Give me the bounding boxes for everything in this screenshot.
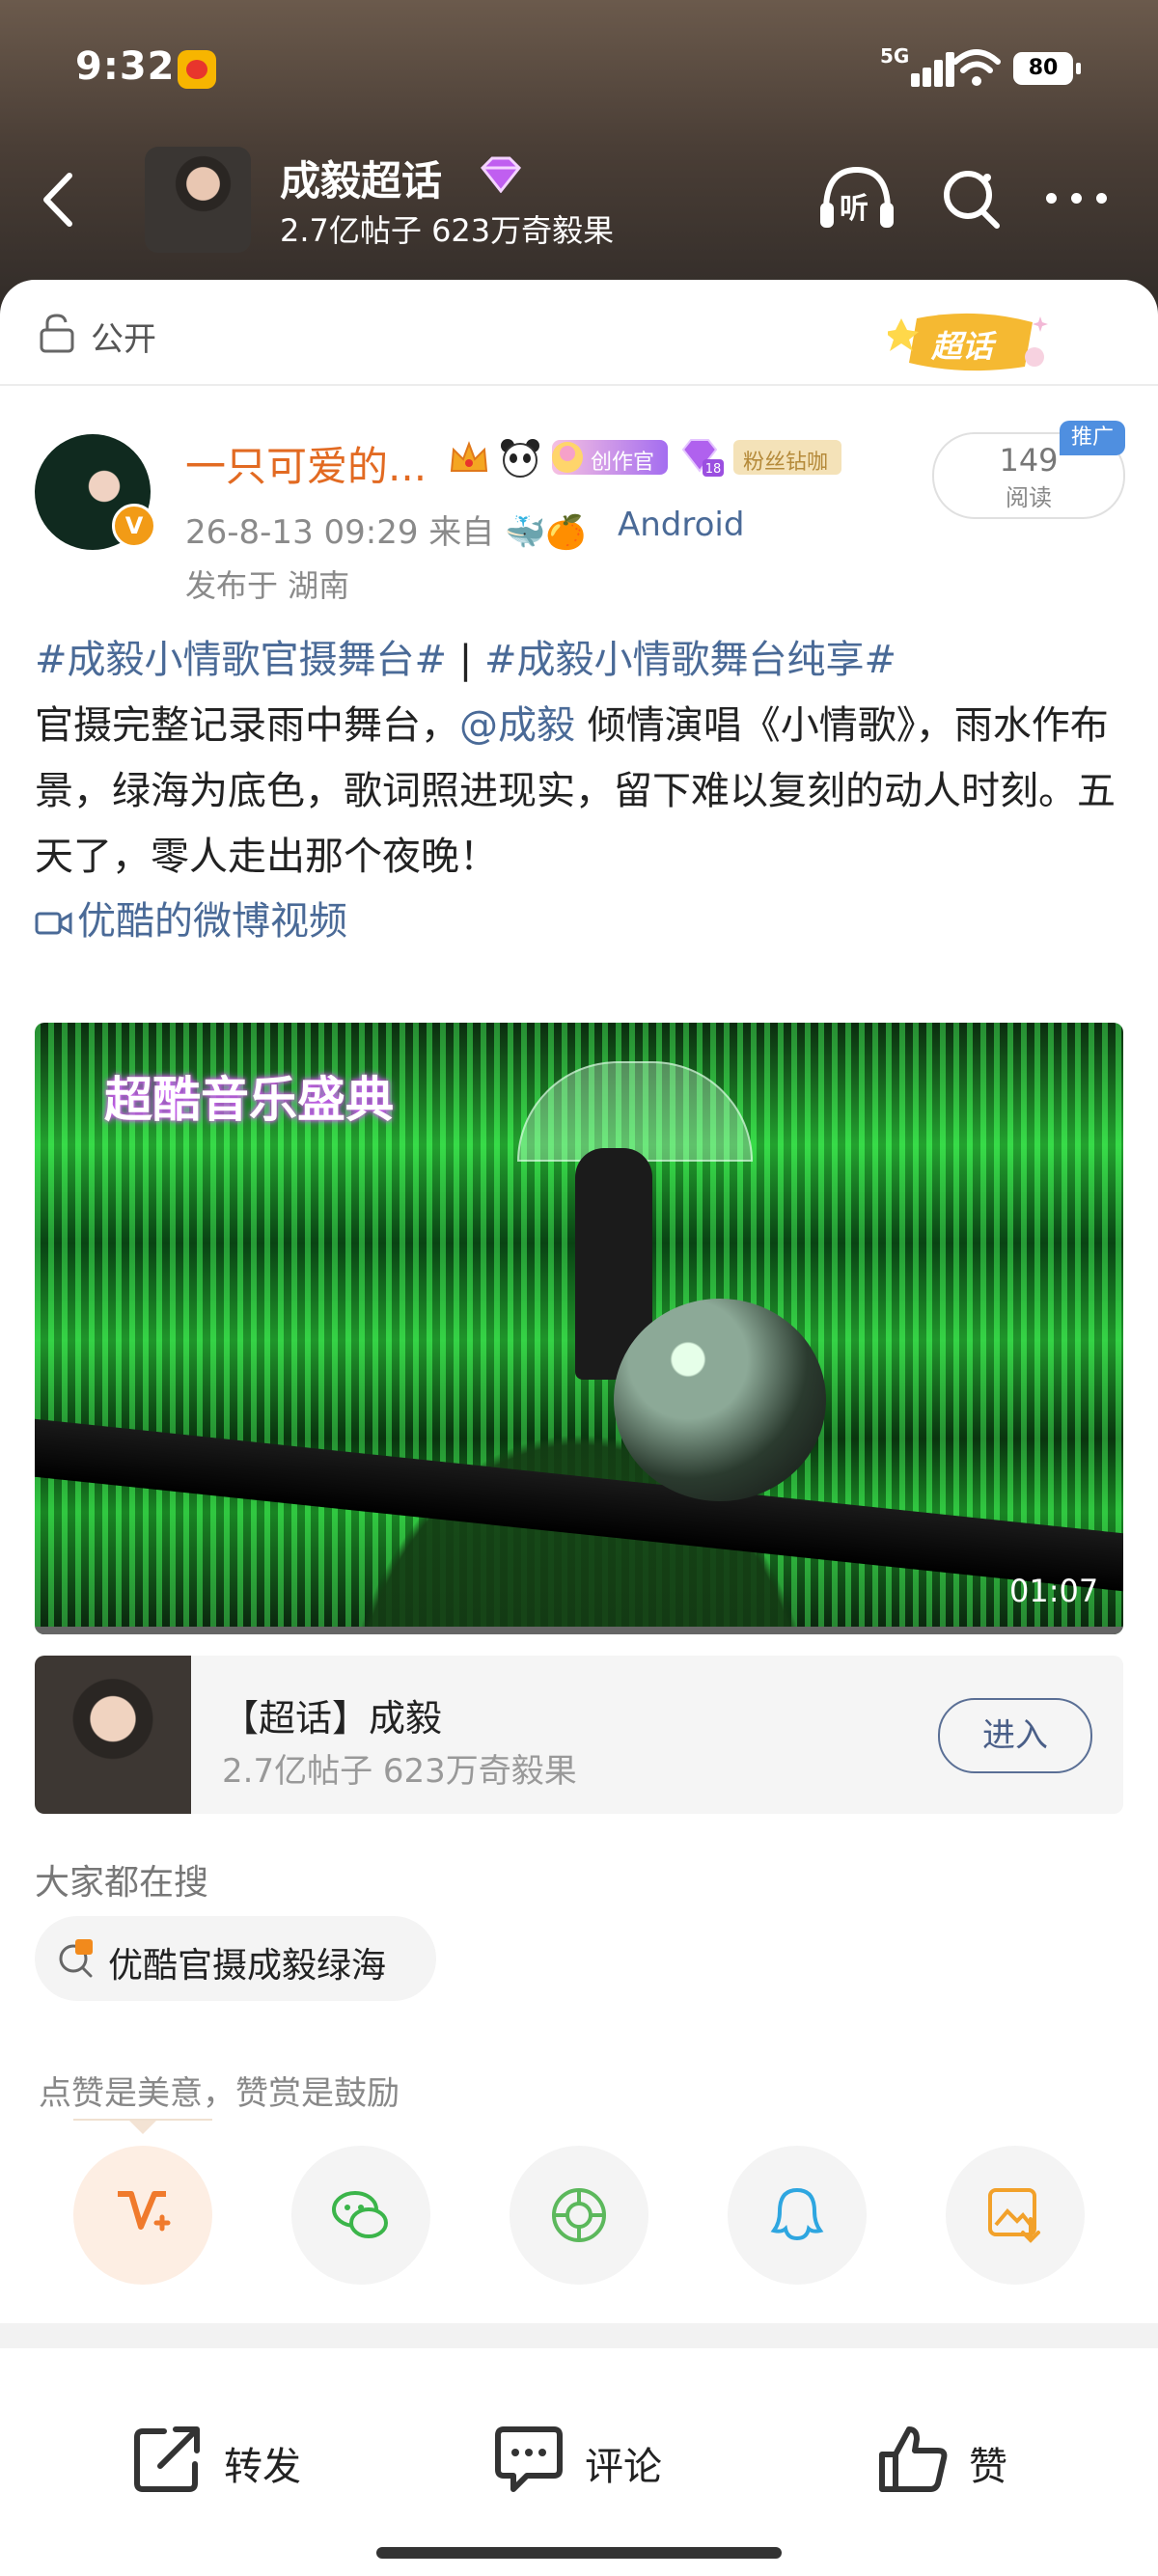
moments-icon (552, 2188, 606, 2242)
creator-icon (552, 442, 583, 473)
wifi-icon (952, 49, 1001, 86)
repost-button[interactable]: 转发 (131, 2422, 344, 2499)
section-divider (0, 2323, 1158, 2348)
unlock-icon (40, 314, 74, 353)
reward-button[interactable] (73, 2146, 212, 2285)
hashtag-separator: | (447, 638, 484, 682)
visibility-row: 公开 超话 (0, 280, 1158, 386)
qq-icon (770, 2187, 824, 2241)
stage-rail (35, 1418, 1123, 1592)
super-topic-card[interactable]: 【超话】成毅 2.7亿帖子 623万奇毅果 进入 (35, 1656, 1123, 1814)
video-watermark: 超酷音乐盛典 (104, 1072, 394, 1128)
share-moments-button[interactable] (510, 2146, 648, 2285)
reward-caret (129, 2121, 156, 2134)
super-topic-card-title: 【超话】成毅 (222, 1697, 443, 1740)
gem-level-icon: 18 (681, 439, 724, 477)
save-image-icon (988, 2188, 1040, 2243)
enter-button[interactable]: 进入 (938, 1698, 1092, 1773)
wechat-icon (332, 2191, 388, 2238)
comment-button[interactable]: 评论 (492, 2422, 704, 2499)
like-label: 赞 (969, 2445, 1007, 2489)
disco-ball (614, 1299, 826, 1501)
bottom-action-bar: 转发 评论 赞 (0, 2373, 1158, 2576)
video-camera-icon (35, 912, 72, 935)
promo-tag: 推广 (1060, 421, 1125, 455)
trending-search-chip[interactable]: 优酷官摄成毅绿海 (35, 1916, 436, 2001)
topic-stats: 2.7亿帖子 623万奇毅果 (280, 212, 615, 249)
comment-label: 评论 (585, 2445, 662, 2489)
weibo-notification-icon (178, 50, 216, 89)
back-arrow-icon[interactable] (35, 166, 83, 233)
search-icon[interactable] (941, 166, 1003, 230)
gem-icon (480, 156, 522, 193)
topic-title[interactable]: 成毅超话 (280, 149, 442, 207)
panda-icon (501, 439, 539, 478)
video-duration: 01:07 (1009, 1573, 1099, 1609)
listen-label: 听 (840, 192, 868, 226)
fan-badge-label: 粉丝钻咖 (743, 451, 829, 475)
verified-badge: V (112, 504, 156, 548)
read-label: 阅读 (1006, 484, 1052, 511)
fan-badge: 粉丝钻咖 (733, 440, 841, 475)
status-time: 9:32 (75, 44, 176, 89)
like-button[interactable]: 赞 (876, 2422, 1089, 2499)
trending-search-text: 优酷官摄成毅绿海 (108, 1946, 387, 1986)
gem-level-text: 18 (705, 462, 722, 477)
signal-icon (897, 50, 955, 87)
creator-badge-label: 创作官 (591, 451, 655, 475)
hot-search-icon (59, 1939, 93, 1978)
status-bar: 9:32 5G 80 (0, 0, 1158, 135)
reward-icon (118, 2191, 171, 2232)
repost-icon (134, 2426, 200, 2492)
save-image-button[interactable] (946, 2146, 1085, 2285)
crown-icon (450, 441, 488, 472)
comment-icon (495, 2426, 563, 2492)
share-wechat-button[interactable] (291, 2146, 430, 2285)
post-location: 发布于 湖南 (185, 567, 350, 604)
creator-badge: 创作官 (552, 440, 668, 475)
mention-link[interactable]: @成毅 (459, 703, 575, 748)
super-topic-card-stats: 2.7亿帖子 623万奇毅果 (222, 1752, 577, 1791)
post-time: 26-8-13 09:29 来自 🐳🍊 (185, 513, 587, 552)
hashtag-link[interactable]: #成毅小情歌官摄舞台# (35, 638, 447, 682)
repost-label: 转发 (224, 2445, 301, 2489)
thumbs-up-icon (879, 2426, 948, 2492)
battery-icon: 80 (1013, 52, 1081, 85)
source-app[interactable]: Android (618, 506, 744, 544)
super-topic-card-image (35, 1656, 191, 1814)
video-player[interactable]: 超酷音乐盛典 01:07 (35, 1023, 1123, 1634)
visibility-label: 公开 (91, 320, 156, 359)
video-source-link[interactable]: 优酷的微博视频 (35, 890, 347, 945)
post-body: #成毅小情歌官摄舞台# | #成毅小情歌舞台纯享# 官摄完整记录雨中舞台，@成毅 … (35, 627, 1125, 890)
trending-label: 大家都在搜 (35, 1863, 209, 1903)
post-text-part: 官摄完整记录雨中舞台， (35, 703, 459, 748)
author-name[interactable]: 一只可爱的... (185, 434, 427, 493)
super-topic-badge-label: 超话 (931, 328, 994, 365)
home-indicator[interactable] (376, 2547, 782, 2559)
hashtag-link[interactable]: #成毅小情歌舞台纯享# (484, 638, 896, 682)
share-qq-button[interactable] (728, 2146, 867, 2285)
topic-avatar[interactable] (145, 147, 251, 253)
reward-hint: 点赞是美意，赞赏是鼓励 (39, 2074, 400, 2113)
video-source-label: 优酷的微博视频 (77, 899, 347, 944)
more-icon[interactable] (1046, 189, 1110, 208)
video-progress-bar[interactable] (35, 1627, 1123, 1634)
umbrella (517, 1061, 753, 1162)
